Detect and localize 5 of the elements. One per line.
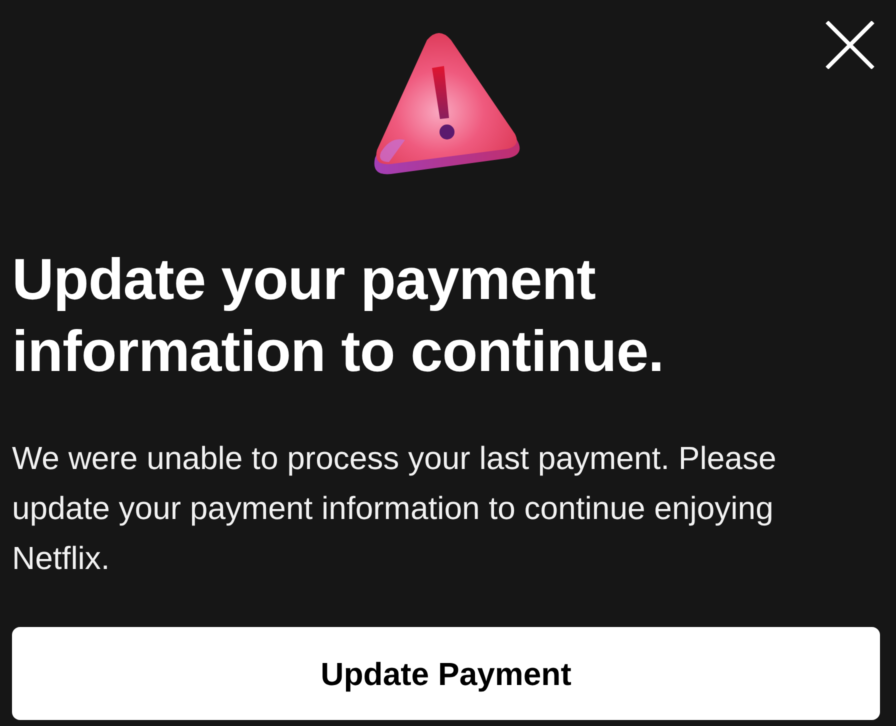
- update-payment-button[interactable]: Update Payment: [12, 627, 880, 720]
- dialog-message: We were unable to process your last payment. Please update your payment information to continue enjoying Netflix.: [12, 439, 778, 578]
- dialog-title: Update your payment information to continue.: [12, 246, 665, 386]
- close-button[interactable]: [824, 20, 876, 70]
- close-icon: [825, 21, 875, 69]
